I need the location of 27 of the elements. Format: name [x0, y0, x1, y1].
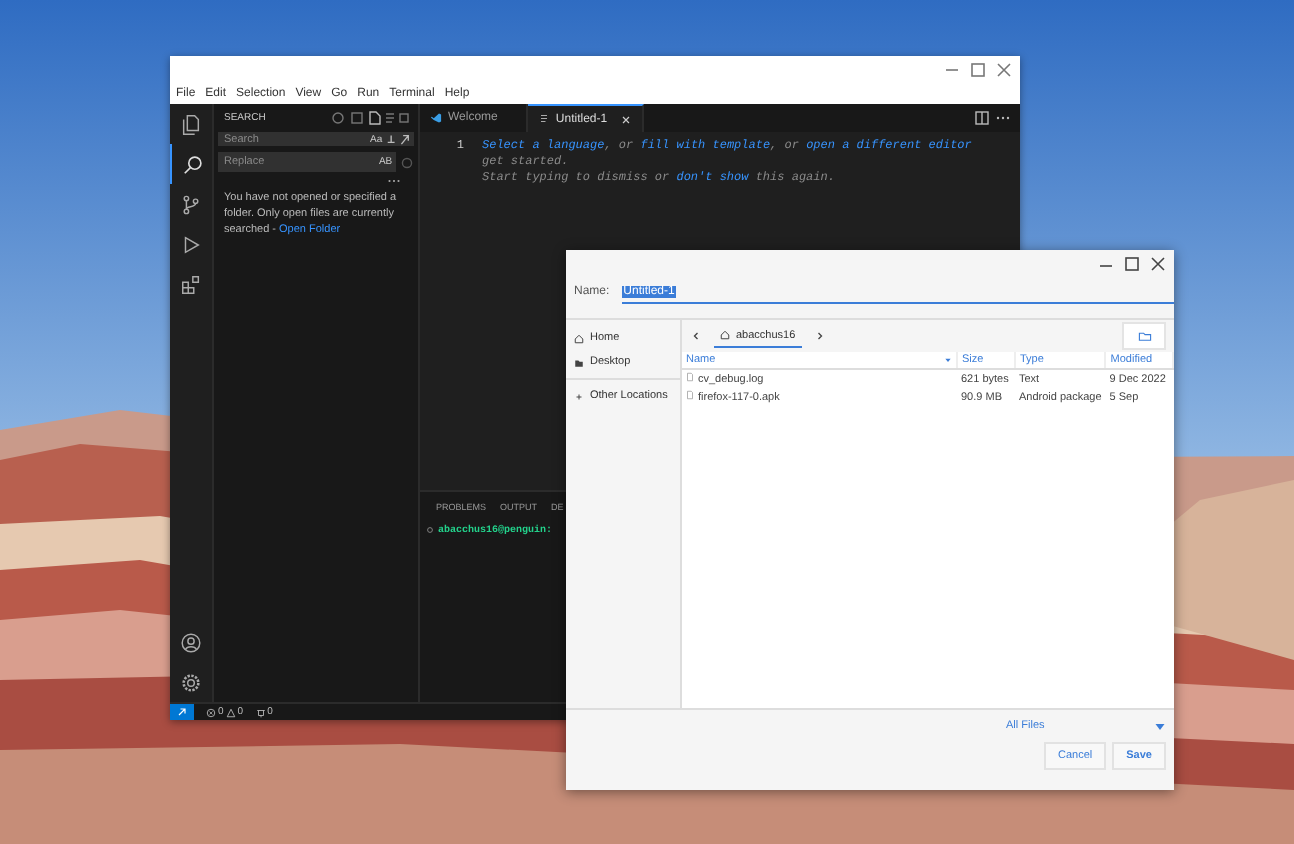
options-icon[interactable]	[386, 132, 411, 146]
maximize-icon[interactable]	[1122, 254, 1142, 274]
folder-icon	[1137, 330, 1151, 342]
ports-icon	[255, 707, 266, 717]
close-icon[interactable]	[994, 60, 1014, 80]
new-folder-button[interactable]	[1122, 322, 1166, 350]
sort-arrow-icon	[944, 356, 952, 364]
remote-button[interactable]	[170, 704, 194, 720]
file-icon	[537, 113, 550, 125]
folder-icon	[574, 357, 584, 367]
split-editor-icon[interactable]	[974, 110, 1014, 126]
remote-icon	[176, 706, 188, 718]
back-icon[interactable]	[690, 330, 702, 342]
close-tab-icon[interactable]	[619, 113, 632, 125]
home-icon	[574, 333, 584, 343]
code-logo-icon	[430, 112, 442, 124]
warning-icon	[225, 707, 236, 717]
maximize-icon[interactable]	[968, 60, 988, 80]
search-actions-icon	[330, 110, 410, 126]
error-icon	[206, 707, 216, 717]
forward-icon[interactable]	[813, 330, 826, 342]
close-icon[interactable]	[1148, 254, 1168, 274]
replace-all-icon[interactable]	[400, 155, 415, 169]
dropdown-arrow-icon	[1154, 721, 1166, 731]
home-icon	[720, 330, 730, 340]
status-circle-icon	[426, 526, 434, 534]
plus-icon	[574, 391, 584, 401]
